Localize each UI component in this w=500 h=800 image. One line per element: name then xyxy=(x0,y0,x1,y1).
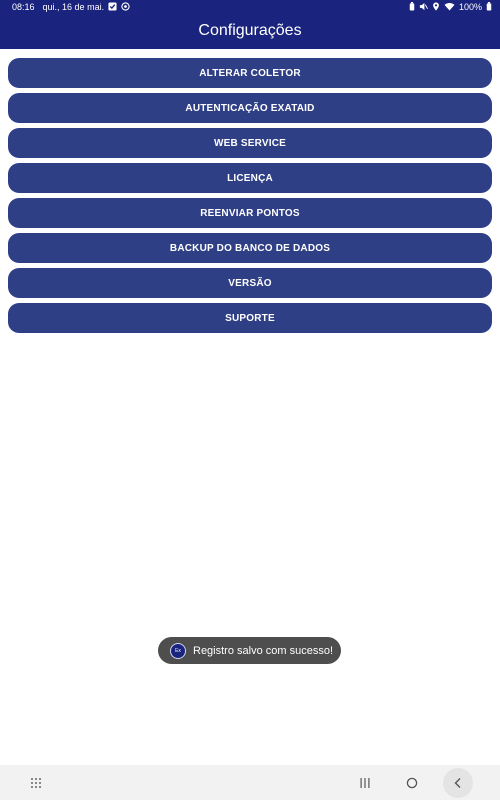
reenviar-pontos-button[interactable]: REENVIAR PONTOS xyxy=(8,198,492,228)
button-label: ALTERAR COLETOR xyxy=(199,67,301,79)
toast-message: Registro salvo com sucesso! xyxy=(193,644,333,657)
battery-icon xyxy=(486,2,492,11)
page-title: Configurações xyxy=(198,22,302,39)
status-time: 08:16 xyxy=(12,1,35,12)
button-label: VERSÃO xyxy=(228,277,272,289)
versao-button[interactable]: VERSÃO xyxy=(8,268,492,298)
button-label: WEB SERVICE xyxy=(213,137,287,149)
status-date: qui., 16 de mai. xyxy=(42,1,105,12)
navigation-bar xyxy=(0,765,500,800)
toast-notification: Ex Registro salvo com sucesso! xyxy=(158,637,341,664)
backup-banco-de-dados-button[interactable]: BACKUP DO BANCO DE DADOS xyxy=(8,233,492,263)
settings-menu: ALTERAR COLETOR AUTENTICAÇÃO EXATAID WEB… xyxy=(8,58,492,338)
status-bar: 08:16 qui., 16 de mai. 100% xyxy=(0,0,500,13)
battery-saver-icon xyxy=(409,2,415,11)
battery-percent: 100% xyxy=(458,1,482,12)
back-icon[interactable] xyxy=(443,765,473,800)
button-label: BACKUP DO BANCO DE DADOS xyxy=(169,242,331,254)
recent-apps-icon[interactable] xyxy=(351,765,379,800)
alterar-coletor-button[interactable]: ALTERAR COLETOR xyxy=(8,58,492,88)
button-label: AUTENTICAÇÃO EXATAID xyxy=(185,102,315,114)
app-bar: Configurações xyxy=(0,13,500,49)
home-icon[interactable] xyxy=(398,765,426,800)
app-logo-icon: Ex xyxy=(170,642,186,659)
autenticacao-exataid-button[interactable]: AUTENTICAÇÃO EXATAID xyxy=(8,93,492,123)
wifi-icon xyxy=(444,2,455,11)
button-label: SUPORTE xyxy=(225,312,275,324)
licenca-button[interactable]: LICENÇA xyxy=(8,163,492,193)
web-service-button[interactable]: WEB SERVICE xyxy=(8,128,492,158)
status-right: 100% xyxy=(409,2,492,12)
suporte-button[interactable]: SUPORTE xyxy=(8,303,492,333)
button-label: REENVIAR PONTOS xyxy=(200,207,300,219)
sync-icon xyxy=(121,2,130,11)
app-drawer-icon[interactable] xyxy=(22,765,50,800)
location-icon xyxy=(432,2,440,11)
mute-icon xyxy=(419,2,428,11)
check-box-icon xyxy=(108,2,117,11)
button-label: LICENÇA xyxy=(227,172,273,184)
status-left: 08:16 qui., 16 de mai. xyxy=(12,2,130,12)
